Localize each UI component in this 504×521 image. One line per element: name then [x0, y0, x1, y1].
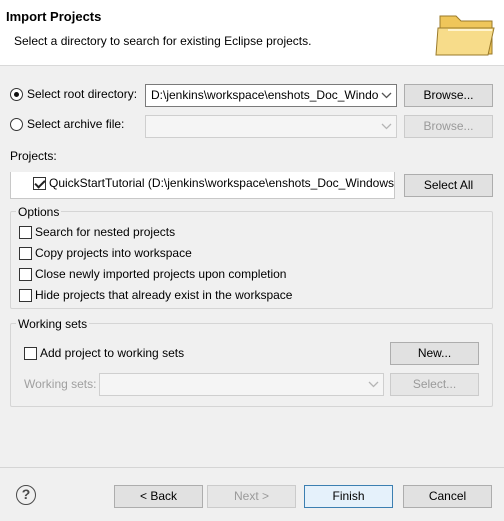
chevron-down-icon	[380, 88, 393, 102]
working-sets-title: Working sets	[16, 317, 90, 331]
back-button[interactable]: < Back	[114, 485, 203, 508]
cancel-button[interactable]: Cancel	[403, 485, 492, 508]
root-directory-label: Select root directory:	[27, 87, 138, 101]
root-directory-value: D:\jenkins\workspace\enshots_Doc_Windo	[151, 88, 379, 102]
archive-file-radio[interactable]: Select archive file:	[10, 117, 124, 131]
option-label: Search for nested projects	[35, 225, 176, 239]
new-working-set-button[interactable]: New...	[390, 342, 479, 365]
copy-into-workspace-checkbox[interactable]: Copy projects into workspace	[19, 246, 192, 260]
help-icon[interactable]: ?	[16, 485, 36, 505]
option-label: Hide projects that already exist in the …	[35, 288, 293, 302]
archive-file-label: Select archive file:	[27, 117, 125, 131]
dialog-header: Import Projects Select a directory to se…	[0, 0, 504, 66]
checkbox-unchecked-icon	[24, 346, 37, 360]
search-nested-checkbox[interactable]: Search for nested projects	[19, 225, 175, 239]
select-all-button[interactable]: Select All	[404, 174, 493, 197]
folder-icon	[434, 8, 498, 58]
root-directory-combo[interactable]: D:\jenkins\workspace\enshots_Doc_Windo	[145, 84, 397, 107]
close-imported-checkbox[interactable]: Close newly imported projects upon compl…	[19, 267, 286, 281]
checkbox-checked-icon[interactable]	[33, 176, 46, 190]
working-sets-label: Working sets:	[24, 377, 97, 391]
select-working-sets-button[interactable]: Select...	[390, 373, 479, 396]
footer-separator	[0, 467, 504, 468]
project-item-label: QuickStartTutorial (D:\jenkins\workspace…	[49, 176, 395, 190]
browse-directory-button[interactable]: Browse...	[404, 84, 493, 107]
browse-archive-button[interactable]: Browse...	[404, 115, 493, 138]
radio-selected-icon	[10, 87, 23, 101]
archive-file-combo[interactable]	[145, 115, 397, 138]
projects-list[interactable]: QuickStartTutorial (D:\jenkins\workspace…	[10, 172, 395, 199]
finish-button[interactable]: Finish	[304, 485, 393, 508]
checkbox-unchecked-icon	[19, 225, 32, 239]
checkbox-unchecked-icon	[19, 246, 32, 260]
root-directory-radio[interactable]: Select root directory:	[10, 87, 137, 101]
option-label: Copy projects into workspace	[35, 246, 192, 260]
hide-existing-checkbox[interactable]: Hide projects that already exist in the …	[19, 288, 292, 302]
options-title: Options	[16, 205, 62, 219]
radio-unselected-icon	[10, 117, 23, 131]
checkbox-unchecked-icon	[19, 288, 32, 302]
next-button[interactable]: Next >	[207, 485, 296, 508]
add-to-working-sets-checkbox[interactable]: Add project to working sets	[24, 346, 184, 360]
dialog-description: Select a directory to search for existin…	[14, 34, 312, 48]
option-label: Close newly imported projects upon compl…	[35, 267, 287, 281]
chevron-down-icon	[367, 377, 380, 391]
dialog-title: Import Projects	[6, 9, 102, 24]
working-sets-combo[interactable]	[99, 373, 384, 396]
add-to-working-sets-label: Add project to working sets	[40, 346, 185, 360]
list-item[interactable]: QuickStartTutorial (D:\jenkins\workspace…	[33, 176, 394, 190]
chevron-down-icon	[380, 119, 393, 133]
projects-label: Projects:	[10, 149, 57, 163]
checkbox-unchecked-icon	[19, 267, 32, 281]
